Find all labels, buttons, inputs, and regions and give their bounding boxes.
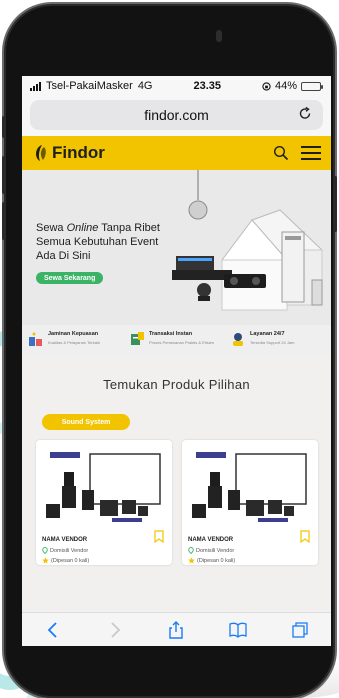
search-icon[interactable] [273, 145, 289, 161]
vendor-location: Domisili Vendor [50, 547, 89, 554]
tabs-icon[interactable] [290, 620, 310, 640]
share-icon[interactable] [166, 620, 186, 640]
rent-now-button[interactable]: Sewa Sekarang [36, 272, 104, 284]
product-image [188, 446, 312, 528]
support-24-7-icon [232, 333, 243, 346]
url-text: findor.com [144, 107, 209, 123]
product-image [42, 446, 166, 528]
product-card[interactable]: NAMA VENDOR Domisili Vendor (Dipesan 0 k… [36, 440, 172, 565]
product-list: NAMA VENDOR Domisili Vendor (Dipesan 0 k… [22, 430, 331, 565]
satisfaction-icon [29, 332, 42, 346]
browser-toolbar [22, 612, 331, 646]
reload-icon[interactable] [297, 106, 313, 122]
vendor-location: Domisili Vendor [196, 547, 235, 554]
section-title: Temukan Produk Pilihan [103, 377, 250, 392]
back-icon[interactable] [43, 620, 63, 640]
findor-logo[interactable]: Findor [32, 143, 105, 163]
signal-icon [30, 81, 41, 91]
location-pin-icon [188, 547, 194, 554]
instant-transaction-icon [130, 332, 144, 345]
site-header: Findor [22, 136, 331, 170]
hero-emphasis: Online [66, 222, 99, 234]
volume-up-button [2, 156, 6, 194]
feature-item: Layanan 24/7 Tersedia Support 24 Jam [230, 331, 325, 351]
star-icon [188, 557, 195, 564]
status-bar: Tsel-PakaiMasker 4G 23.35 44% [22, 76, 331, 96]
order-count: (Dipesan 0 kali) [197, 557, 236, 564]
power-button [333, 176, 337, 232]
order-count: (Dipesan 0 kali) [51, 557, 90, 564]
bookmark-icon[interactable] [300, 530, 310, 543]
volume-down-button [2, 202, 6, 240]
category-tab-sound-system[interactable]: Sound System [42, 414, 130, 430]
event-equipment-illustration [172, 170, 323, 311]
location-pin-icon [42, 547, 48, 554]
product-card[interactable]: NAMA VENDOR Domisili Vendor (Dipesan 0 k… [182, 440, 318, 565]
hero-banner: Sewa Online Tanpa Ribet Semua Kebutuhan … [22, 170, 331, 325]
menu-icon[interactable] [301, 146, 321, 160]
brand-name: Findor [52, 143, 105, 162]
hero-headline: Sewa Online Tanpa Ribet Semua Kebutuhan … [36, 222, 160, 262]
address-bar[interactable]: findor.com [30, 100, 323, 130]
findor-logo-mark [36, 145, 46, 161]
feature-strip: Jaminan Kepuasan Kualitas & Pelayanan Te… [22, 325, 331, 357]
battery-percent: 44% [274, 80, 297, 92]
bookmark-icon[interactable] [154, 530, 164, 543]
star-icon [42, 557, 49, 564]
network-type: 4G [137, 80, 153, 92]
forward-icon[interactable] [105, 620, 125, 640]
stage: Tsel-PakaiMasker 4G 23.35 44% findor.com… [0, 0, 339, 698]
feature-item: Transaksi Instan Proses Pemesanan Prakti… [129, 331, 224, 351]
camera-dot [216, 30, 222, 42]
phone-screen: Tsel-PakaiMasker 4G 23.35 44% findor.com… [22, 76, 331, 646]
carrier-name: Tsel-PakaiMasker [46, 80, 133, 92]
bookmarks-icon[interactable] [228, 620, 248, 640]
vendor-name: NAMA VENDOR [42, 537, 88, 543]
battery-icon [301, 81, 323, 91]
feature-item: Jaminan Kepuasan Kualitas & Pelayanan Te… [28, 331, 123, 351]
mute-switch [2, 116, 6, 138]
orientation-lock-icon [262, 81, 271, 91]
status-time: 23.35 [193, 80, 221, 92]
vendor-name: NAMA VENDOR [188, 537, 234, 543]
